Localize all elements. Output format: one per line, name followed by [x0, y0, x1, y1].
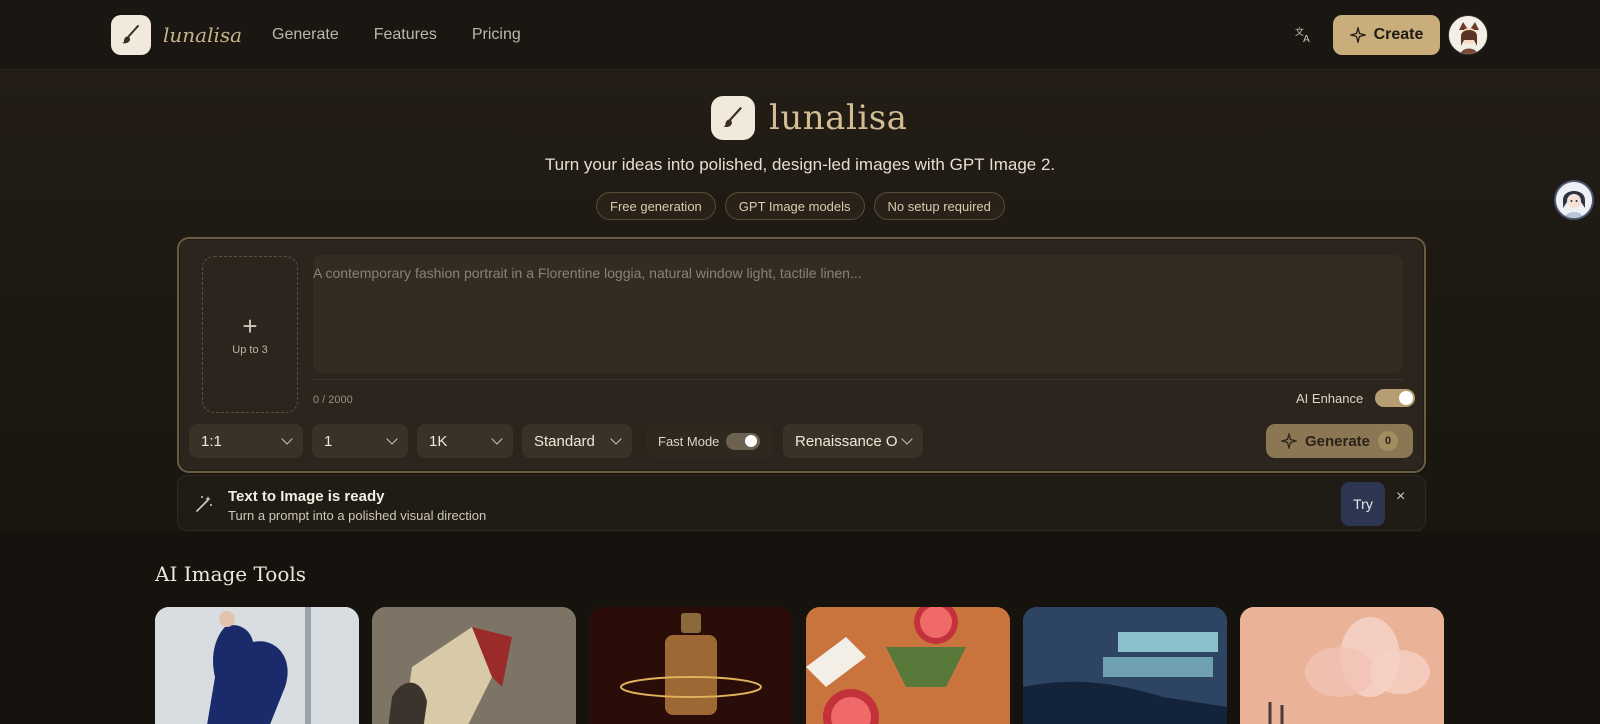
image-count-value: 1	[324, 432, 333, 450]
brand-name: lunalisa	[163, 23, 243, 47]
pill-gpt-image-models: GPT Image models	[724, 192, 865, 220]
fashion-dress-card[interactable]	[155, 607, 359, 724]
notice-subtitle: Turn a prompt into a polished visual dir…	[228, 508, 487, 523]
chevron-down-icon	[281, 433, 293, 445]
user-avatar[interactable]	[1448, 15, 1488, 55]
nav-pricing[interactable]: Pricing	[472, 26, 521, 44]
svg-text:A: A	[1303, 34, 1310, 45]
nav-generate[interactable]: Generate	[272, 26, 339, 44]
try-button[interactable]: Try	[1341, 482, 1385, 526]
image-count-select[interactable]: 1	[312, 424, 408, 458]
notice-title: Text to Image is ready	[228, 488, 385, 505]
close-icon[interactable]: ×	[1396, 488, 1405, 506]
aspect-ratio-value: 1:1	[201, 432, 222, 450]
fast-mode-toggle[interactable]	[726, 432, 760, 450]
translate-icon[interactable]: 文A	[1294, 25, 1316, 47]
upload-limit-label: Up to 3	[232, 343, 268, 356]
crystal-flower-card[interactable]	[1240, 607, 1444, 724]
create-label: Create	[1373, 26, 1424, 43]
pill-free-generation: Free generation	[596, 192, 716, 220]
pill-no-setup: No setup required	[873, 192, 1005, 220]
feature-pills: Free generation GPT Image models No setu…	[596, 192, 1005, 220]
brush-logo-icon	[711, 96, 755, 140]
image-upload-dropzone[interactable]: + Up to 3	[202, 256, 298, 413]
prompt-input[interactable]: A contemporary fashion portrait in a Flo…	[313, 255, 1403, 373]
citrus-glass-card[interactable]	[806, 607, 1010, 724]
hero-brand-name: lunalisa	[769, 98, 908, 138]
brand[interactable]: lunalisa	[111, 15, 242, 55]
hero-brand: lunalisa	[711, 96, 907, 140]
create-button[interactable]: Create	[1333, 15, 1440, 55]
coastal-architecture-card[interactable]	[1023, 607, 1227, 724]
ai-enhance-toggle[interactable]	[1375, 389, 1416, 407]
resolution-select[interactable]: 1K	[417, 424, 513, 458]
perfume-bottle-card[interactable]	[589, 607, 793, 724]
chevron-down-icon	[901, 433, 913, 445]
main-nav: Generate Features Pricing	[272, 26, 521, 44]
fast-mode-label: Fast Mode	[658, 433, 720, 449]
ai-enhance-label: AI Enhance	[1296, 390, 1364, 406]
char-counter: 0 / 2000	[313, 394, 353, 406]
prompt-composer: + Up to 3 A contemporary fashion portrai…	[177, 237, 1426, 473]
style-select[interactable]: Renaissance O	[783, 424, 923, 458]
magic-wand-icon	[194, 494, 214, 514]
assistant-avatar[interactable]	[1554, 180, 1594, 220]
chevron-down-icon	[386, 433, 398, 445]
quality-select[interactable]: Standard	[522, 424, 632, 458]
tools-section-title: AI Image Tools	[155, 562, 307, 586]
quality-value: Standard	[534, 432, 595, 450]
plus-icon: +	[242, 310, 258, 341]
ai-enhance-control: AI Enhance	[1296, 389, 1416, 407]
hero-tagline: Turn your ideas into polished, design-le…	[544, 155, 1056, 174]
nav-features[interactable]: Features	[374, 26, 437, 44]
tools-gallery	[155, 607, 1444, 724]
style-value: Renaissance O	[795, 432, 898, 450]
chevron-down-icon	[491, 433, 503, 445]
feature-notice: Text to Image is ready Turn a prompt int…	[177, 475, 1426, 531]
brush-logo-icon	[111, 15, 151, 55]
top-navbar: lunalisa Generate Features Pricing 文A Cr…	[0, 0, 1600, 70]
chevron-down-icon	[610, 433, 622, 445]
generate-label: Generate	[1304, 432, 1371, 450]
sparkle-icon	[1349, 27, 1366, 43]
origami-sculpture-card[interactable]	[372, 607, 576, 724]
generate-button[interactable]: Generate 0	[1266, 424, 1413, 458]
fast-mode-control: Fast Mode	[646, 424, 772, 458]
sparkle-icon	[1280, 433, 1297, 449]
aspect-ratio-select[interactable]: 1:1	[189, 424, 303, 458]
generate-cost-badge: 0	[1378, 431, 1399, 451]
prompt-divider	[313, 379, 1403, 380]
resolution-value: 1K	[429, 432, 448, 450]
